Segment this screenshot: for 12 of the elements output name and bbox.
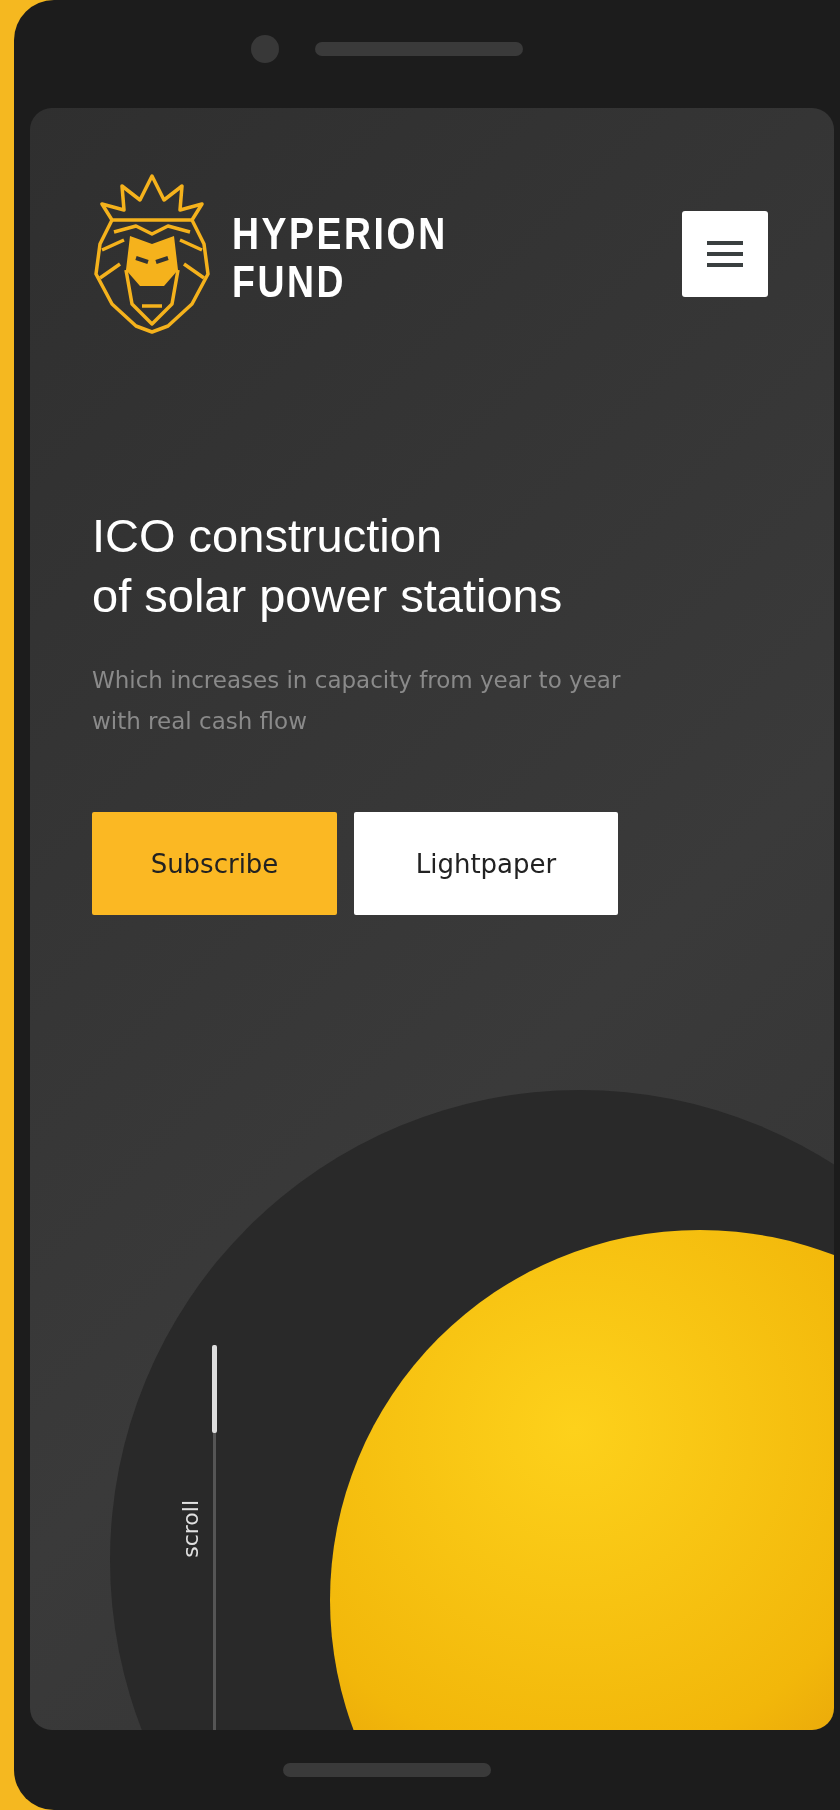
- menu-icon: [707, 241, 743, 267]
- hero-subtitle: Which increases in capacity from year to year with real cash flow: [92, 666, 622, 736]
- hero-title: ICO construction: [92, 508, 443, 564]
- lightpaper-button[interactable]: Lightpaper: [354, 812, 618, 915]
- brand-name: HYPERION: [232, 210, 448, 258]
- brand-name: FUND: [232, 258, 348, 306]
- scroll-label: scroll: [178, 1500, 203, 1558]
- camera-dot: [251, 35, 279, 63]
- menu-button[interactable]: [682, 211, 768, 297]
- lion-head-logo-icon: [92, 174, 212, 334]
- hero-title: of solar power stations: [92, 568, 563, 624]
- subscribe-button[interactable]: Subscribe: [92, 812, 337, 915]
